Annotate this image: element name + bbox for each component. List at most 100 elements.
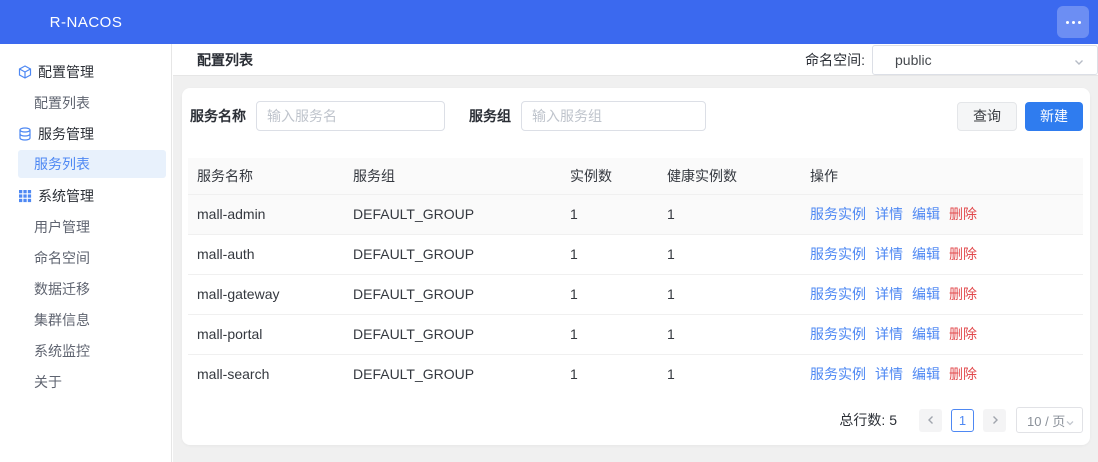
- table-row: mall-portal DEFAULT_GROUP 1 1 服务实例 详情 编辑 删除: [188, 314, 1083, 354]
- sidebar-item-label: 用户管理: [34, 218, 90, 235]
- table-row: mall-gateway DEFAULT_GROUP 1 1 服务实例 详情 编辑删…: [188, 274, 1083, 314]
- sidebar: 配置管理 配置列表 服务管理 服务列表 系统管理 用户管理 命名空间 数据迁移 …: [0, 44, 172, 462]
- cell-instance-count: 1: [570, 246, 578, 262]
- column-instance-count: 实例数: [570, 167, 612, 184]
- cell-healthy-count: 1: [667, 326, 675, 342]
- delete-link[interactable]: 删除: [949, 206, 977, 222]
- service-instances-link[interactable]: 服务实例: [810, 206, 866, 222]
- cube-icon: [18, 64, 32, 79]
- sidebar-item-data-migration[interactable]: 数据迁移: [0, 273, 171, 304]
- service-group-input[interactable]: [521, 101, 706, 131]
- delete-link[interactable]: 删除: [949, 326, 977, 342]
- sidebar-item-label: 配置管理: [38, 63, 94, 80]
- column-actions: 操作: [810, 167, 838, 184]
- table-row: mall-admin DEFAULT_GROUP 1 1 服务实例 详情 编辑 删除: [188, 194, 1083, 234]
- sidebar-item-config-list[interactable]: 配置列表: [0, 87, 171, 118]
- cell-service-name: mall-gateway: [197, 286, 280, 302]
- namespace-select[interactable]: public: [872, 45, 1098, 75]
- edit-link[interactable]: 编辑: [912, 286, 940, 302]
- cell-service-group: DEFAULT_GROUP: [353, 206, 475, 222]
- page-size-select[interactable]: 10 / 页: [1016, 407, 1083, 433]
- table-header-row: 服务名称 服务组 实例数 健康实例数 操作: [188, 158, 1083, 194]
- service-name-input[interactable]: [256, 101, 445, 131]
- service-list-card: 服务名称 服务组 查询 新建 服务名称 服务组 实例数 健康实例数 操作: [182, 88, 1090, 445]
- cell-healthy-count: 1: [667, 246, 675, 262]
- service-instances-link[interactable]: 服务实例: [810, 326, 866, 342]
- column-service-group: 服务组: [353, 167, 395, 184]
- total-rows-label: 总行数: 5: [839, 412, 897, 428]
- sidebar-item-label: 集群信息: [34, 311, 90, 328]
- service-table: 服务名称 服务组 实例数 健康实例数 操作 mall-admin DEFAULT…: [188, 158, 1083, 394]
- cell-instance-count: 1: [570, 326, 578, 342]
- service-instances-link[interactable]: 服务实例: [810, 286, 866, 302]
- edit-link[interactable]: 编辑: [912, 206, 940, 222]
- chevron-right-icon: [990, 412, 1000, 428]
- detail-link[interactable]: 详情: [875, 326, 903, 342]
- cell-service-name: mall-auth: [197, 246, 255, 262]
- query-button[interactable]: 查询: [957, 101, 1017, 131]
- sidebar-item-label: 系统管理: [38, 187, 94, 204]
- cell-service-group: DEFAULT_GROUP: [353, 326, 475, 342]
- service-name-label: 服务名称: [190, 108, 246, 124]
- chevron-left-icon: [926, 412, 936, 428]
- search-toolbar: 服务名称 服务组 查询 新建: [188, 101, 1083, 131]
- cell-healthy-count: 1: [667, 366, 675, 383]
- prev-page-button[interactable]: [919, 408, 942, 432]
- service-instances-link[interactable]: 服务实例: [810, 366, 866, 382]
- namespace-label: 命名空间:: [805, 51, 865, 68]
- sidebar-item-user-management[interactable]: 用户管理: [0, 211, 171, 242]
- delete-link[interactable]: 删除: [949, 286, 977, 302]
- next-page-button[interactable]: [983, 408, 1006, 432]
- page-size-value: 10 / 页: [1027, 413, 1066, 429]
- sidebar-item-label: 系统监控: [34, 342, 90, 359]
- service-instances-link[interactable]: 服务实例: [810, 246, 866, 262]
- detail-link[interactable]: 详情: [875, 246, 903, 262]
- database-icon: [18, 126, 32, 141]
- grid-icon: [18, 189, 32, 203]
- cell-instance-count: 1: [570, 206, 578, 222]
- sidebar-item-label: 关于: [34, 373, 62, 390]
- cell-service-name: mall-search: [197, 366, 270, 383]
- cell-healthy-count: 1: [667, 206, 675, 222]
- app-title: R-NACOS: [49, 13, 123, 31]
- sidebar-item-label: 配置列表: [34, 94, 90, 111]
- chevron-down-icon: [1073, 55, 1085, 71]
- sidebar-item-service-list[interactable]: 服务列表: [18, 150, 166, 178]
- topbar: 配置列表 命名空间: public: [173, 44, 1098, 76]
- cell-healthy-count: 1: [667, 286, 675, 302]
- sidebar-item-label: 数据迁移: [34, 280, 90, 297]
- chevron-down-icon: [1065, 416, 1075, 431]
- sidebar-item-label: 服务管理: [38, 125, 94, 142]
- edit-link[interactable]: 编辑: [912, 366, 940, 382]
- cell-service-name: mall-admin: [197, 206, 266, 222]
- sidebar-item-label: 命名空间: [34, 249, 90, 266]
- sidebar-item-cluster-info[interactable]: 集群信息: [0, 304, 171, 335]
- sidebar-item-system-monitor[interactable]: 系统监控: [0, 335, 171, 366]
- app-header: R-NACOS: [0, 0, 1098, 44]
- delete-link[interactable]: 删除: [949, 246, 977, 262]
- sidebar-item-system-management[interactable]: 系统管理: [0, 180, 171, 211]
- cell-service-group: DEFAULT_GROUP: [353, 286, 475, 302]
- cell-service-name: mall-portal: [197, 326, 263, 342]
- pagination: 总行数: 5 1 10 / 页: [188, 407, 1083, 433]
- ellipsis-menu-button[interactable]: [1057, 6, 1089, 38]
- sidebar-item-config-management[interactable]: 配置管理: [0, 56, 171, 87]
- delete-link[interactable]: 删除: [949, 366, 977, 382]
- service-group-label: 服务组: [469, 108, 511, 124]
- cell-instance-count: 1: [570, 286, 578, 302]
- sidebar-item-service-management[interactable]: 服务管理: [0, 118, 171, 149]
- sidebar-item-label: 服务列表: [34, 156, 90, 172]
- main-content: 配置列表 命名空间: public 服务名称 服务组 查询 新建 服务名称: [173, 44, 1098, 462]
- detail-link[interactable]: 详情: [875, 286, 903, 302]
- total-rows-value: 5: [889, 412, 897, 428]
- edit-link[interactable]: 编辑: [912, 326, 940, 342]
- detail-link[interactable]: 详情: [875, 206, 903, 222]
- create-button[interactable]: 新建: [1025, 101, 1083, 131]
- sidebar-item-about[interactable]: 关于: [0, 366, 171, 397]
- page-number-button[interactable]: 1: [951, 408, 974, 432]
- table-row: mall-search DEFAULT_GROUP 1 1 服务实例 详情 编辑 删除: [188, 354, 1083, 394]
- page-title: 配置列表: [197, 51, 253, 68]
- sidebar-item-namespace[interactable]: 命名空间: [0, 242, 171, 273]
- edit-link[interactable]: 编辑: [912, 246, 940, 262]
- detail-link[interactable]: 详情: [875, 366, 903, 382]
